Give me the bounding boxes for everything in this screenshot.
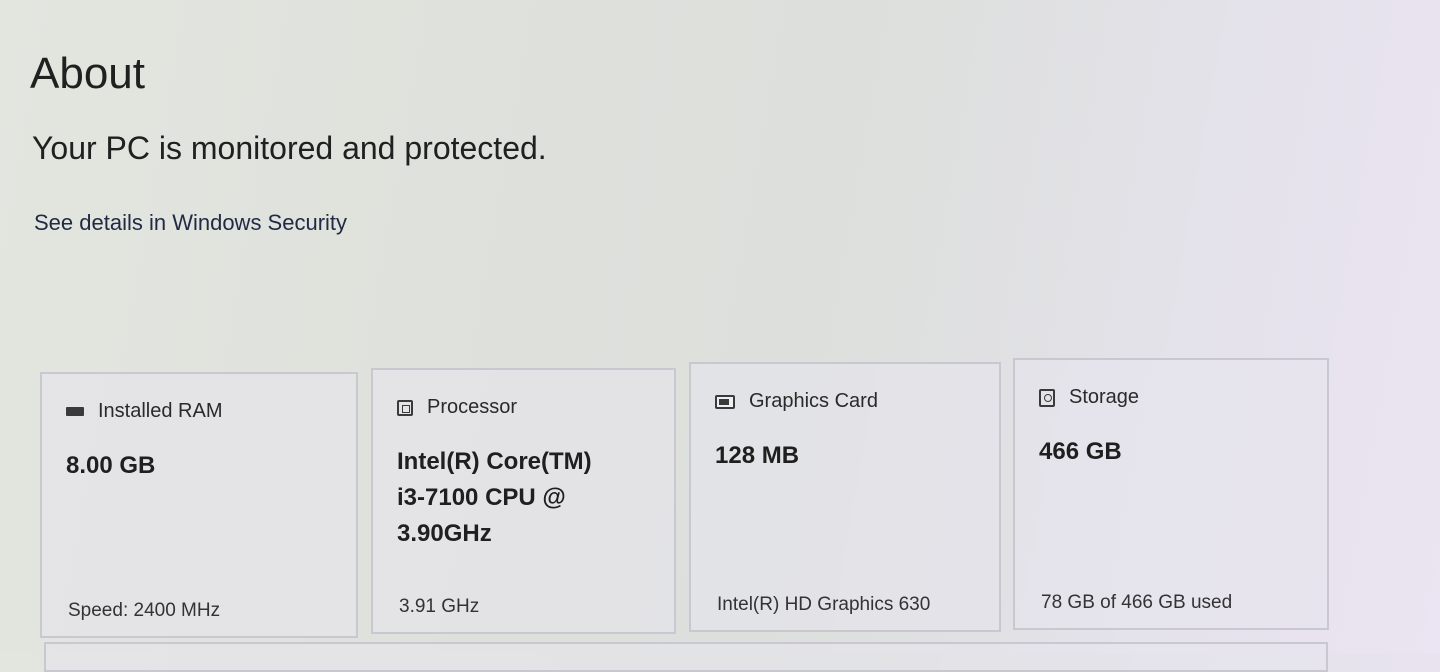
next-section-panel — [44, 642, 1328, 672]
processor-icon — [397, 399, 413, 416]
card-header: Installed RAM — [66, 400, 223, 423]
card-footer: 3.91 GHz — [399, 596, 480, 617]
card-header: Graphics Card — [715, 390, 878, 413]
card-label: Processor — [427, 396, 518, 418]
card-value: 8.00 GB — [66, 452, 156, 479]
graphics-card-card: Graphics Card 128 MB Intel(R) HD Graphic… — [689, 362, 1001, 632]
storage-card: Storage 466 GB 78 GB of 466 GB used — [1013, 358, 1329, 630]
card-value: Intel(R) Core(TM) i3-7100 CPU @ 3.90GHz — [397, 448, 592, 547]
security-status-text: Your PC is monitored and protected. — [32, 130, 547, 166]
storage-icon — [1039, 388, 1055, 407]
card-footer: Intel(R) HD Graphics 630 — [717, 594, 931, 615]
windows-security-link[interactable]: See details in Windows Security — [34, 210, 347, 236]
graphics-card-icon — [715, 394, 735, 409]
installed-ram-card: Installed RAM 8.00 GB Speed: 2400 MHz — [40, 372, 358, 638]
card-value: 466 GB — [1039, 438, 1122, 465]
processor-card: Processor Intel(R) Core(TM) i3-7100 CPU … — [371, 368, 676, 634]
card-header: Storage — [1039, 386, 1139, 409]
ram-icon — [66, 407, 84, 416]
card-header: Processor — [397, 396, 517, 419]
card-footer: 78 GB of 466 GB used — [1041, 592, 1233, 613]
card-label: Installed RAM — [98, 400, 223, 422]
card-label: Storage — [1069, 386, 1140, 408]
card-label: Graphics Card — [749, 390, 878, 412]
page-title: About — [30, 49, 145, 98]
card-footer: Speed: 2400 MHz — [68, 600, 221, 621]
card-value: 128 MB — [715, 442, 800, 469]
